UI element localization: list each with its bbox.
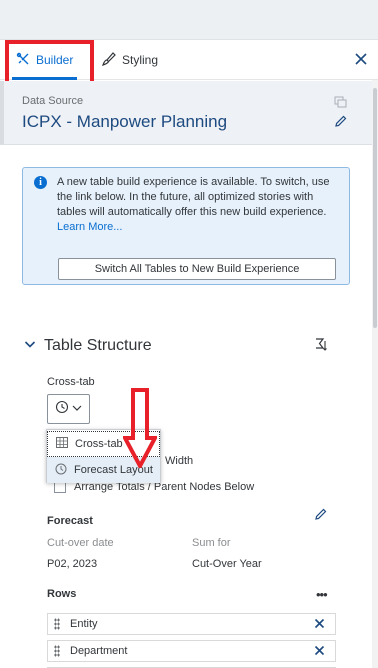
data-source-label: Data Source [22,95,84,107]
more-options-icon[interactable]: ••• [316,587,328,602]
builder-panel: Builder Styling Data Source ICPX - Manpo… [0,40,378,668]
dropdown-option-label: Cross-tab [75,438,123,450]
row-dimension-entity[interactable]: Entity [47,613,336,635]
annotation-arrow-down [121,388,159,473]
data-source-section: Data Source ICPX - Manpower Planning [0,81,372,145]
rows-section-title: Rows [47,588,77,600]
table-type-label: Cross-tab [47,376,95,388]
sum-for-value: Cut-Over Year [192,558,262,570]
table-structure-header[interactable]: Table Structure [24,335,334,357]
scrollbar-thumb[interactable] [373,88,377,328]
table-structure-title: Table Structure [44,337,152,354]
grid-icon [56,437,75,451]
info-icon: i [34,176,47,189]
info-message-text: A new table build experience is availabl… [57,176,330,218]
learn-more-link[interactable]: Learn More... [57,220,343,235]
remove-x-icon[interactable] [314,645,325,659]
table-type-select[interactable] [47,394,90,424]
edit-data-source-icon[interactable] [334,115,347,133]
cutover-date-value: P02, 2023 [47,558,98,570]
tab-bar: Builder Styling [0,40,378,88]
row-dimension-department[interactable]: Department [47,640,336,662]
data-source-name: ICPX - Manpower Planning [22,112,228,131]
paintbrush-icon [102,51,122,69]
drag-handle-icon[interactable] [54,645,60,657]
remove-x-icon[interactable] [314,618,325,632]
close-icon[interactable] [354,52,368,66]
clock-refresh-icon [55,400,69,419]
info-message: A new table build experience is availabl… [57,175,343,235]
pencil-icon[interactable] [314,508,327,526]
clock-refresh-icon [55,463,74,478]
row-dimension-label: Entity [70,618,98,630]
forecast-section-title: Forecast [47,515,93,527]
drag-handle-icon[interactable] [54,618,60,630]
swap-axes-icon[interactable] [314,337,329,357]
switch-build-experience-button[interactable]: Switch All Tables to New Build Experienc… [58,258,336,280]
row-dimension-label: Department [70,645,128,657]
tab-styling[interactable]: Styling [102,40,158,80]
chevron-down-icon [72,400,82,418]
chevron-down-icon[interactable] [24,337,44,355]
cutover-date-label: Cut-over date [47,537,114,549]
top-strip [0,0,378,40]
copy-icon[interactable] [334,95,347,113]
vertical-scrollbar[interactable] [372,80,378,668]
width-option-text: Width [165,455,194,467]
info-message-strip: i A new table build experience is availa… [22,167,350,285]
sum-for-label: Sum for [192,537,231,549]
tab-styling-label: Styling [122,53,159,67]
